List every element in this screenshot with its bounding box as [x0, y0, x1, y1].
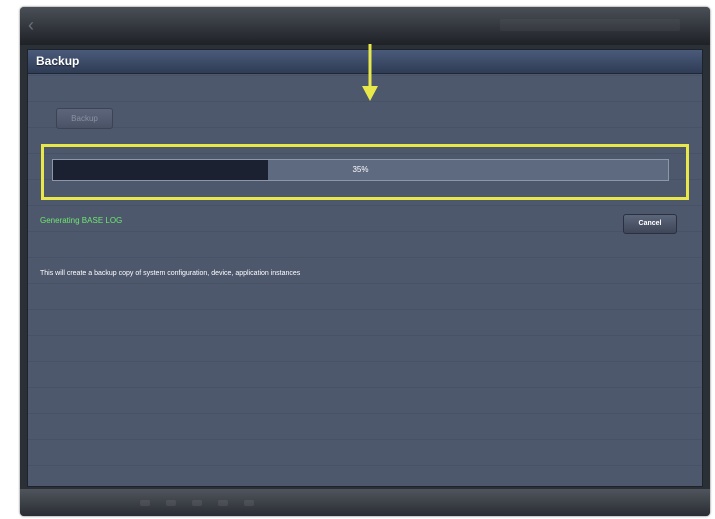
panel-title: Backup: [36, 54, 80, 68]
backup-description: This will create a backup copy of system…: [40, 270, 301, 277]
top-bar: ‹: [20, 7, 710, 45]
status-text: Generating BASE LOG: [40, 216, 123, 225]
bottom-bar: [20, 489, 710, 516]
bottom-bar-faint-icons: [140, 500, 254, 506]
annotation-highlight-box: [41, 144, 689, 200]
cancel-button[interactable]: Cancel: [623, 214, 677, 234]
chevron-left-icon[interactable]: ‹: [28, 15, 34, 35]
top-bar-faint-title: [500, 19, 680, 31]
annotation-arrow-icon: [362, 44, 378, 101]
backup-panel: Backup Backup 35% Generating BASE LOG Ca…: [27, 49, 703, 487]
backup-button[interactable]: Backup: [56, 108, 113, 129]
